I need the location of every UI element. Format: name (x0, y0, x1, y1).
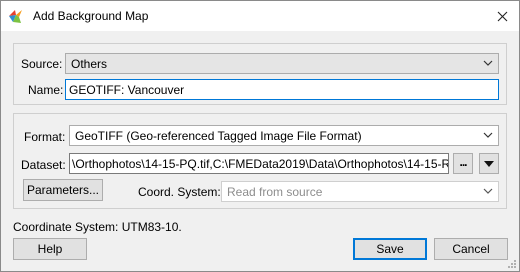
format-value: GeoTIFF (Geo-referenced Tagged Image Fil… (75, 128, 362, 143)
help-button-label: Help (37, 242, 63, 256)
source-label: Source: (21, 57, 63, 71)
resize-grip-icon[interactable] (507, 259, 517, 269)
format-label: Format: (24, 130, 66, 144)
source-select[interactable]: Others (65, 53, 499, 74)
help-button[interactable]: Help (13, 238, 87, 260)
window-title: Add Background Map (33, 9, 149, 23)
dataset-label: Dataset: (21, 158, 66, 172)
chevron-down-icon (483, 132, 493, 138)
name-value: GEOTIFF: Vancouver (69, 82, 185, 97)
browse-dataset-label: ... (459, 154, 467, 169)
dropdown-arrow-icon (484, 160, 494, 167)
fme-icon (9, 10, 22, 23)
dataset-menu-button[interactable] (479, 153, 499, 174)
coordinate-system-status: Coordinate System: UTM83-10. (13, 220, 182, 234)
close-button[interactable] (485, 1, 519, 31)
save-button-label: Save (376, 242, 404, 256)
parameters-button-label: Parameters... (26, 183, 100, 197)
dataset-input[interactable]: \Orthophotos\14-15-PQ.tif,C:\FMEData2019… (69, 153, 449, 174)
name-label: Name: (28, 83, 64, 97)
chevron-down-icon (483, 188, 493, 194)
title-bar: Add Background Map (1, 1, 519, 31)
source-value: Others (71, 56, 108, 71)
cancel-button[interactable]: Cancel (434, 238, 508, 260)
name-input[interactable]: GEOTIFF: Vancouver (65, 79, 499, 100)
browse-dataset-button[interactable]: ... (453, 153, 473, 174)
chevron-down-icon (483, 60, 493, 66)
format-select[interactable]: GeoTIFF (Geo-referenced Tagged Image Fil… (69, 125, 499, 146)
coord-system-label: Coord. System: (138, 185, 221, 199)
add-background-map-dialog: Add Background Map Source: Others Name: … (0, 0, 520, 272)
coord-system-select[interactable]: Read from source (221, 181, 499, 202)
close-icon (497, 11, 507, 21)
dataset-value: \Orthophotos\14-15-PQ.tif,C:\FMEData2019… (72, 156, 449, 171)
parameters-button[interactable]: Parameters... (23, 179, 103, 201)
coord-system-placeholder: Read from source (227, 184, 323, 199)
save-button[interactable]: Save (353, 238, 427, 260)
cancel-button-label: Cancel (452, 242, 490, 256)
